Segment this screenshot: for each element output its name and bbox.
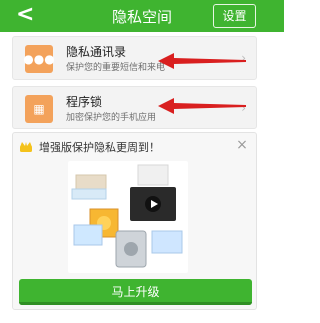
privacy-contacts-icon: ●●●	[23, 45, 55, 73]
page-title: 隐私空间	[111, 8, 172, 26]
promo-text: 增强版保护隐私更周到！	[39, 141, 160, 154]
app-lock-subtitle: 加密保护您的手机应用	[66, 113, 157, 123]
privacy-contacts-subtitle: 保护您的重要短信和来电	[66, 63, 166, 73]
back-icon: <	[16, 2, 35, 27]
back-button[interactable]: <	[16, 3, 42, 29]
close-icon[interactable]: ×	[234, 137, 250, 153]
promo-header: 增强版保护隐私更周到！	[19, 139, 160, 155]
red-arrow-annotation	[158, 53, 246, 69]
upgrade-button[interactable]: 马上升级	[19, 279, 252, 305]
promo-illustration	[68, 161, 188, 273]
top-bar: < 隐私空间 设置	[0, 0, 284, 32]
app-lock-title: 程序锁	[66, 95, 103, 109]
app-lock-icon: ▦	[25, 95, 53, 123]
settings-button[interactable]: 设置	[213, 4, 256, 28]
privacy-collage-illustration	[71, 164, 183, 268]
upgrade-promo-panel: 增强版保护隐私更周到！ × 马上升级	[12, 132, 257, 310]
red-arrow-annotation	[158, 98, 246, 114]
privacy-contacts-title: 隐私通讯录	[66, 45, 127, 59]
crown-icon	[20, 142, 32, 152]
